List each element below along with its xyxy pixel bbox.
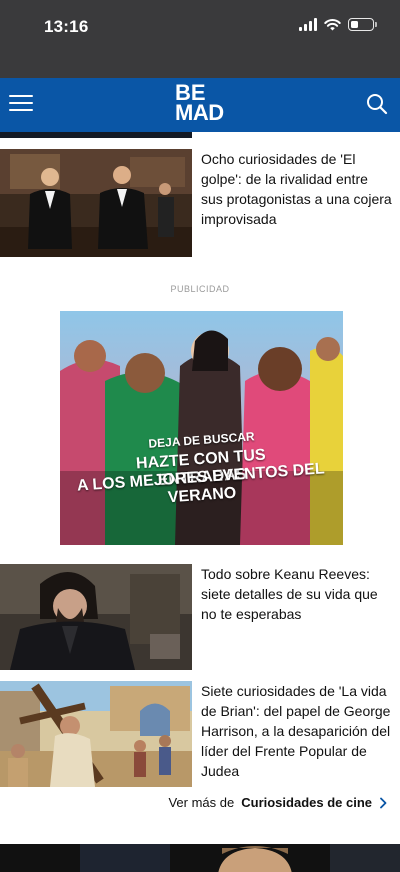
article-title: Siete curiosidades de 'La vida de Brian'… <box>201 683 391 779</box>
next-article-hero-image[interactable] <box>0 844 400 872</box>
see-more-link[interactable]: Ver más de Curiosidades de cine <box>168 795 388 810</box>
app-header: BE MAD <box>0 78 400 132</box>
article-card-el-golpe[interactable]: Ocho curiosidades de 'El golpe': de la r… <box>0 149 400 257</box>
article-title: Ocho curiosidades de 'El golpe': de la r… <box>201 151 392 227</box>
cellular-signal-icon <box>299 18 317 31</box>
article-thumbnail-el-golpe <box>0 149 192 257</box>
advertising-label: PUBLICIDAD <box>170 284 230 294</box>
site-logo[interactable]: BE MAD <box>175 82 229 125</box>
chevron-right-icon <box>380 797 387 808</box>
previous-article-image-edge <box>0 132 192 138</box>
status-bar: 13:16 <box>0 0 400 78</box>
status-time: 13:16 <box>44 17 89 36</box>
search-icon[interactable] <box>365 92 389 116</box>
battery-icon <box>348 18 377 31</box>
see-more-section: Curiosidades de cine <box>241 795 372 810</box>
article-thumbnail-la-vida-de-brian <box>0 681 192 787</box>
hamburger-menu-icon[interactable] <box>9 95 33 113</box>
see-more-prefix: Ver más de <box>168 795 235 810</box>
ad-banner[interactable]: DEJA DE BUSCAR HAZTE CON TUS ENTRADAS A … <box>60 311 343 545</box>
article-card-keanu-reeves[interactable]: Todo sobre Keanu Reeves: siete detalles … <box>0 564 400 670</box>
status-icons <box>299 18 377 31</box>
battery-level <box>351 21 358 28</box>
article-feed: Ocho curiosidades de 'El golpe': de la r… <box>0 132 400 872</box>
article-card-la-vida-de-brian[interactable]: Siete curiosidades de 'La vida de Brian'… <box>0 681 400 787</box>
wifi-icon <box>324 19 341 31</box>
article-thumbnail-keanu-reeves <box>0 564 192 670</box>
article-title: Todo sobre Keanu Reeves: siete detalles … <box>201 566 378 622</box>
logo-line-2: MAD <box>175 100 224 125</box>
